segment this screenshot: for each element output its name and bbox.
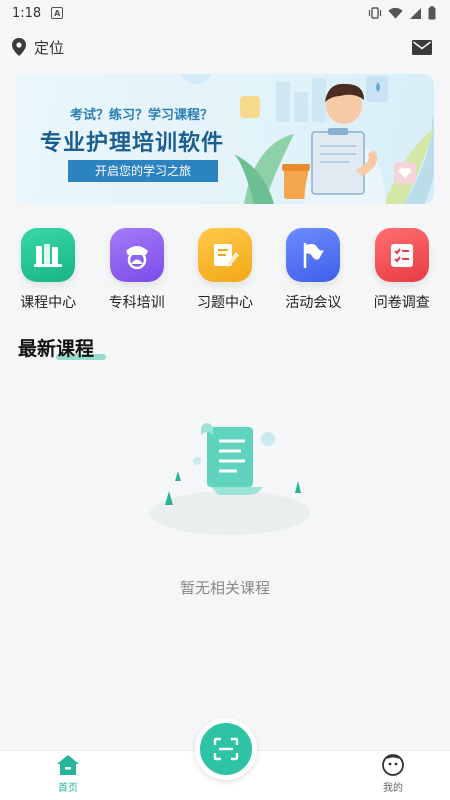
survey-list-icon: [390, 244, 413, 267]
home-icon: [57, 755, 79, 775]
notification-app-icon: A: [51, 7, 64, 19]
top-bar: 定位: [0, 30, 450, 64]
flag-icon: [304, 242, 325, 269]
banner-ribbon: 开启您的学习之旅: [58, 160, 228, 185]
category-icon-tile: [21, 228, 76, 282]
status-right: [368, 6, 436, 20]
category-label: 专科培训: [108, 295, 165, 311]
category-specialty-training[interactable]: 专科培训: [94, 228, 180, 318]
books-icon: [34, 244, 63, 267]
exercise-edit-icon: [213, 244, 239, 267]
banner-question-text: 考试？练习？学习课程？: [70, 108, 214, 123]
empty-state-illustration: [150, 423, 310, 535]
scan-button[interactable]: [195, 718, 257, 780]
status-bar: 1:18 A: [0, 0, 450, 26]
category-label: 活动会议: [285, 295, 342, 311]
mail-icon[interactable]: [412, 39, 432, 55]
category-grid: 课程中心 专科培训 习题中心 活动会议 问卷调查: [0, 228, 450, 318]
category-label: 习题中心: [196, 295, 253, 311]
signal-icon: [410, 7, 421, 19]
nurse-illustration: [234, 83, 434, 204]
category-icon-tile: [197, 228, 252, 282]
tab-mine[interactable]: 我的: [382, 754, 404, 794]
tab-home-label: 首页: [58, 783, 78, 794]
scan-icon: [213, 737, 239, 761]
tab-mine-label: 我的: [383, 783, 403, 794]
location-pin-icon: [12, 38, 26, 56]
category-label: 课程中心: [20, 295, 77, 311]
category-exercise-center[interactable]: 习题中心: [182, 228, 268, 318]
profile-face-icon: [382, 754, 404, 776]
status-left: 1:18 A: [12, 5, 64, 21]
category-survey[interactable]: 问卷调查: [359, 228, 445, 318]
category-course-center[interactable]: 课程中心: [5, 228, 91, 318]
location-button[interactable]: 定位: [12, 37, 64, 58]
category-icon-tile: [286, 228, 341, 282]
category-icon-tile: [374, 228, 429, 282]
wifi-icon: [388, 7, 403, 19]
nurse-cap-icon: [125, 246, 148, 269]
location-label: 定位: [34, 38, 65, 57]
status-time: 1:18: [12, 5, 42, 21]
category-icon-tile: [109, 228, 164, 282]
empty-state-text: 暂无相关课程: [179, 579, 270, 597]
section-title: 最新课程: [18, 338, 95, 360]
tab-home[interactable]: 首页: [56, 754, 80, 794]
battery-icon: [428, 6, 436, 20]
vibrate-icon: [368, 7, 382, 19]
banner-title: 专业护理培训软件: [40, 131, 225, 156]
promo-banner[interactable]: 考试？练习？学习课程？ 专业护理培训软件 开启您的学习之旅: [16, 74, 434, 204]
category-activity-meeting[interactable]: 活动会议: [270, 228, 356, 318]
category-label: 问卷调查: [373, 295, 430, 311]
